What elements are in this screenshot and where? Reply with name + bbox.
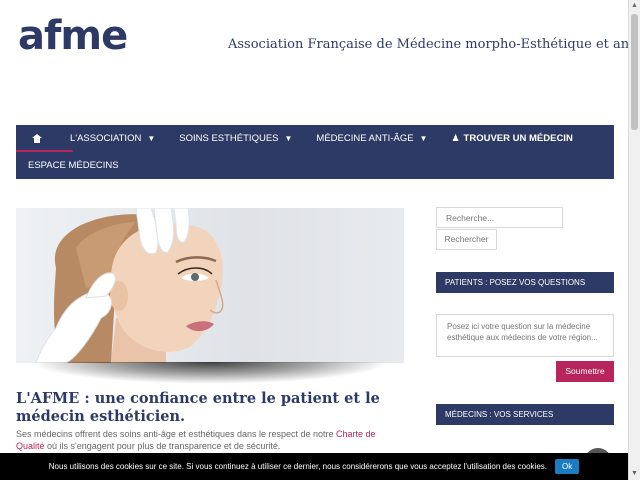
page-scrollbar[interactable]: ▲ ▼ <box>628 0 640 480</box>
cookie-banner: Nous utilisons des cookies sur ce site. … <box>0 453 628 480</box>
nav-item-soins-esthetiques[interactable]: SOINS ESTHÉTIQUES ▼ <box>167 125 304 152</box>
nav-row-secondary: ESPACE MÉDECINS <box>16 152 131 179</box>
nav-item-label: TROUVER UN MÉDECIN <box>463 133 573 144</box>
scroll-down-icon[interactable]: ▼ <box>629 468 640 480</box>
nav-item-label: ESPACE MÉDECINS <box>28 160 119 171</box>
site-logo[interactable]: afme <box>18 12 128 60</box>
nav-item-association[interactable]: L'ASSOCIATION ▼ <box>58 125 167 152</box>
search-input[interactable] <box>436 207 563 228</box>
widget-title-medecins: MÉDECINS : VOS SERVICES <box>436 404 614 425</box>
page-title: L'AFME : une confiance entre le patient … <box>16 390 380 425</box>
hero-shadow <box>30 362 390 384</box>
chevron-down-icon: ▼ <box>284 134 293 143</box>
intro-text: Ses médecins offrent des soins anti-âge … <box>16 428 406 452</box>
site-tagline: Association Française de Médecine morpho… <box>228 37 640 52</box>
nav-home[interactable] <box>16 125 73 152</box>
hero-image <box>16 208 404 363</box>
nav-item-label: L'ASSOCIATION <box>70 133 142 144</box>
nav-item-trouver-medecin[interactable]: ♟ TROUVER UN MÉDECIN <box>439 125 584 152</box>
chevron-down-icon: ▼ <box>147 134 156 143</box>
chevron-down-icon: ▼ <box>419 134 428 143</box>
home-icon <box>32 134 42 143</box>
scrollbar-thumb[interactable] <box>631 14 638 130</box>
intro-text-part: Ses médecins offrent des soins anti-âge … <box>16 429 337 439</box>
main-navigation: L'ASSOCIATION ▼ SOINS ESTHÉTIQUES ▼ MÉDE… <box>16 125 614 179</box>
intro-text-part: où ils s'engagent pour plus de transpare… <box>44 441 281 451</box>
cookie-message: Nous utilisons des cookies sur ce site. … <box>48 462 547 471</box>
nav-row-primary: L'ASSOCIATION ▼ SOINS ESTHÉTIQUES ▼ MÉDE… <box>16 125 585 152</box>
widget-title-patients: PATIENTS : POSEZ VOS QUESTIONS <box>436 272 614 293</box>
nav-item-medecine-anti-age[interactable]: MÉDECINE ANTI-ÂGE ▼ <box>304 125 439 152</box>
face-treatment-image <box>35 208 224 363</box>
nav-item-label: MÉDECINE ANTI-ÂGE <box>316 133 414 144</box>
user-md-icon: ♟ <box>451 133 460 143</box>
submit-button[interactable]: Soumettre <box>556 361 614 382</box>
nav-item-espace-medecins[interactable]: ESPACE MÉDECINS <box>16 152 131 179</box>
cookie-accept-button[interactable]: Ok <box>555 459 580 474</box>
nav-item-label: SOINS ESTHÉTIQUES <box>179 133 279 144</box>
question-textarea[interactable] <box>436 314 614 357</box>
search-button[interactable]: Rechercher <box>436 229 497 250</box>
scroll-up-icon[interactable]: ▲ <box>629 0 640 12</box>
